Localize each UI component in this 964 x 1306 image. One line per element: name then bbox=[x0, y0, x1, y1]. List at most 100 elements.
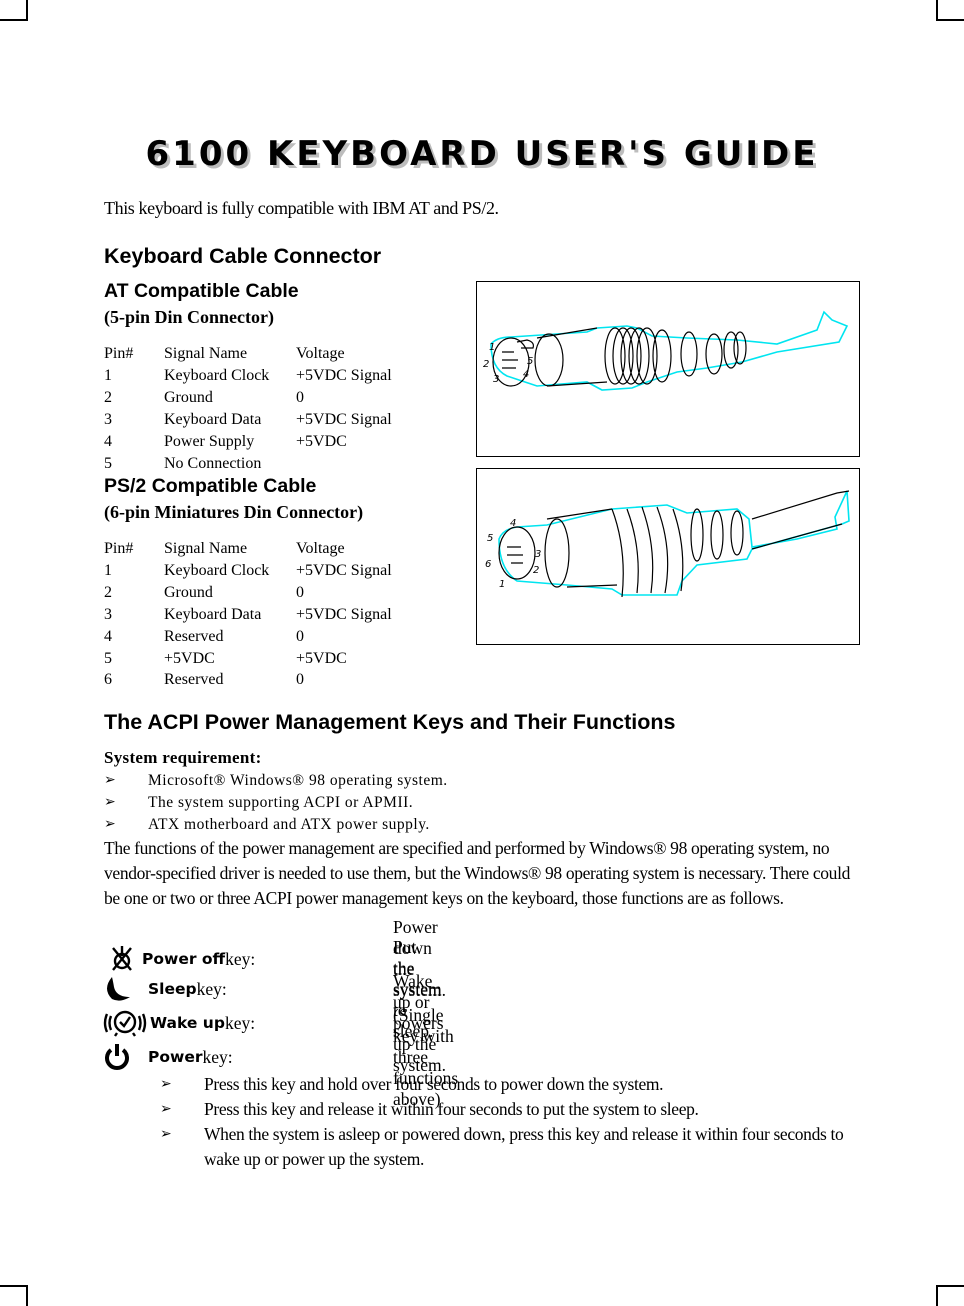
crop-mark-bottom-left-h bbox=[0, 1285, 28, 1287]
system-requirement-title: System requirement: bbox=[104, 748, 262, 767]
pin-label: 5 bbox=[527, 356, 533, 367]
at-pin-table: Pin# Signal Name Voltage 1 Keyboard Cloc… bbox=[104, 343, 406, 474]
pin-label: 3 bbox=[493, 374, 499, 385]
pin-number: 3 bbox=[104, 605, 112, 623]
arrow-bullet-icon: ➢ bbox=[104, 815, 117, 832]
crop-mark-top-right-h bbox=[936, 19, 964, 21]
at-din-connector-drawing: 1 2 3 4 5 bbox=[483, 310, 849, 391]
key-suffix: key: bbox=[225, 948, 256, 969]
arrow-bullet-icon: ➢ bbox=[160, 1126, 172, 1142]
note-text: When the system is asleep or powered dow… bbox=[204, 1124, 844, 1169]
signal-name: No Connection bbox=[164, 454, 262, 472]
crop-mark-bottom-right-h bbox=[936, 1285, 964, 1287]
key-name: Power off bbox=[142, 950, 226, 968]
voltage bbox=[296, 453, 406, 475]
note-text: Press this key and release it within fou… bbox=[204, 1099, 699, 1119]
arrow-bullet-icon: ➢ bbox=[160, 1101, 172, 1117]
key-row-power-off: Power off key: Power down the system. bbox=[102, 917, 446, 1000]
power-key-notes: ➢ Press this key and hold over four secon… bbox=[160, 1072, 860, 1172]
table-header-row: Pin# Signal Name Voltage bbox=[104, 343, 406, 365]
key-name: Wake up bbox=[150, 1014, 225, 1032]
acpi-heading: The ACPI Power Management Keys and Their… bbox=[104, 710, 676, 734]
voltage: +5VDC Signal bbox=[296, 410, 392, 428]
signal-name: Power Supply bbox=[164, 432, 255, 450]
arrow-bullet-icon: ➢ bbox=[104, 793, 117, 810]
intro-text: This keyboard is fully compatible with I… bbox=[104, 198, 499, 218]
key-name: Sleep bbox=[148, 980, 197, 998]
pin-number: 2 bbox=[104, 388, 112, 406]
column-header-voltage: Voltage bbox=[296, 345, 345, 362]
signal-name: +5VDC bbox=[164, 649, 215, 667]
note-text: Press this key and hold over four second… bbox=[204, 1074, 664, 1094]
pin-label: 2 bbox=[483, 359, 489, 370]
at-cable-subheading: (5-pin Din Connector) bbox=[104, 307, 274, 327]
key-name: Power bbox=[148, 1048, 203, 1066]
arrow-bullet-icon: ➢ bbox=[104, 772, 117, 788]
table-row: 4 Reserved 0 bbox=[104, 626, 406, 648]
key-suffix: key: bbox=[224, 1012, 256, 1033]
ps2-pin-table: Pin# Signal Name Voltage 1 Keyboard Cloc… bbox=[104, 538, 406, 691]
requirement-text: Microsoft® Windows® 98 operating system. bbox=[148, 772, 448, 789]
document-title: 6100 KEYBOARD USER'S GUIDE bbox=[145, 134, 819, 174]
table-row: 6 Reserved 0 bbox=[104, 669, 406, 691]
voltage: +5VDC Signal bbox=[296, 366, 392, 384]
voltage: +5VDC Signal bbox=[296, 605, 392, 623]
list-item: ➢ ATX motherboard and ATX power supply. bbox=[104, 814, 448, 836]
voltage: +5VDC Signal bbox=[296, 561, 392, 579]
key-row-wake-up: Wake up key: Wake up or powers up the sy… bbox=[102, 971, 446, 1075]
wake-up-alarm-icon bbox=[102, 1008, 150, 1038]
column-header-pin: Pin# bbox=[104, 540, 134, 557]
signal-name: Keyboard Data bbox=[164, 410, 262, 428]
voltage: 0 bbox=[296, 671, 304, 689]
list-item: ➢ When the system is asleep or powered do… bbox=[160, 1122, 860, 1172]
pin-label: 1 bbox=[499, 579, 505, 590]
table-header-row: Pin# Signal Name Voltage bbox=[104, 538, 406, 560]
column-header-voltage: Voltage bbox=[296, 540, 345, 557]
requirement-text: ATX motherboard and ATX power supply. bbox=[148, 815, 430, 833]
key-suffix: key: bbox=[196, 978, 227, 999]
crop-mark-bottom-right-v bbox=[936, 1286, 938, 1306]
arrow-bullet-icon: ➢ bbox=[160, 1076, 172, 1092]
pin-number: 6 bbox=[104, 671, 112, 689]
ps2-cable-heading: PS/2 Compatible Cable bbox=[104, 475, 317, 497]
pin-number: 2 bbox=[104, 583, 112, 601]
signal-name: Ground bbox=[164, 388, 213, 406]
signal-name: Ground bbox=[164, 583, 213, 601]
pin-number: 5 bbox=[104, 649, 112, 667]
list-item: ➢ Press this key and hold over four secon… bbox=[160, 1072, 860, 1097]
list-item: ➢ Press this key and release it within fo… bbox=[160, 1097, 860, 1122]
pin-number: 1 bbox=[104, 366, 112, 384]
table-row: 5 No Connection bbox=[104, 453, 406, 475]
signal-name: Keyboard Clock bbox=[164, 366, 270, 384]
key-suffix: key: bbox=[202, 1046, 233, 1067]
voltage: +5VDC bbox=[296, 649, 347, 667]
pin-number: 5 bbox=[104, 454, 112, 472]
ps2-mini-din-connector-drawing: 1 2 3 4 5 6 bbox=[485, 490, 850, 598]
pin-label: 1 bbox=[489, 342, 495, 353]
power-button-icon bbox=[102, 1042, 148, 1072]
pin-number: 4 bbox=[104, 432, 112, 450]
list-item: ➢ The system supporting ACPI or APMII. bbox=[104, 792, 448, 814]
table-row: 1 Keyboard Clock +5VDC Signal bbox=[104, 560, 406, 582]
ps2-cable-subheading: (6-pin Miniatures Din Connector) bbox=[104, 502, 364, 522]
table-row: 3 Keyboard Data +5VDC Signal bbox=[104, 409, 406, 431]
voltage: 0 bbox=[296, 388, 304, 406]
sleep-moon-icon bbox=[102, 974, 148, 1004]
at-cable-heading: AT Compatible Cable bbox=[104, 280, 299, 302]
pin-number: 3 bbox=[104, 410, 112, 428]
signal-name: Reserved bbox=[164, 627, 224, 645]
voltage: 0 bbox=[296, 583, 304, 601]
pin-label: 4 bbox=[510, 518, 516, 529]
pin-label: 3 bbox=[535, 549, 541, 560]
acpi-paragraph: The functions of the power management ar… bbox=[104, 838, 850, 909]
column-header-pin: Pin# bbox=[104, 345, 134, 362]
crop-mark-bottom-left-v bbox=[26, 1286, 28, 1306]
table-row: 2 Ground 0 bbox=[104, 582, 406, 604]
ps2-connector-figure: 1 2 3 4 5 6 bbox=[476, 468, 860, 645]
table-row: 2 Ground 0 bbox=[104, 387, 406, 409]
crop-mark-top-left-h bbox=[0, 19, 28, 21]
voltage: 0 bbox=[296, 627, 304, 645]
key-row-power: Power key: (Single key with three functi… bbox=[102, 1005, 458, 1109]
table-row: 3 Keyboard Data +5VDC Signal bbox=[104, 604, 406, 626]
key-row-sleep: Sleep key: Put the system to sleep. bbox=[102, 937, 442, 1041]
